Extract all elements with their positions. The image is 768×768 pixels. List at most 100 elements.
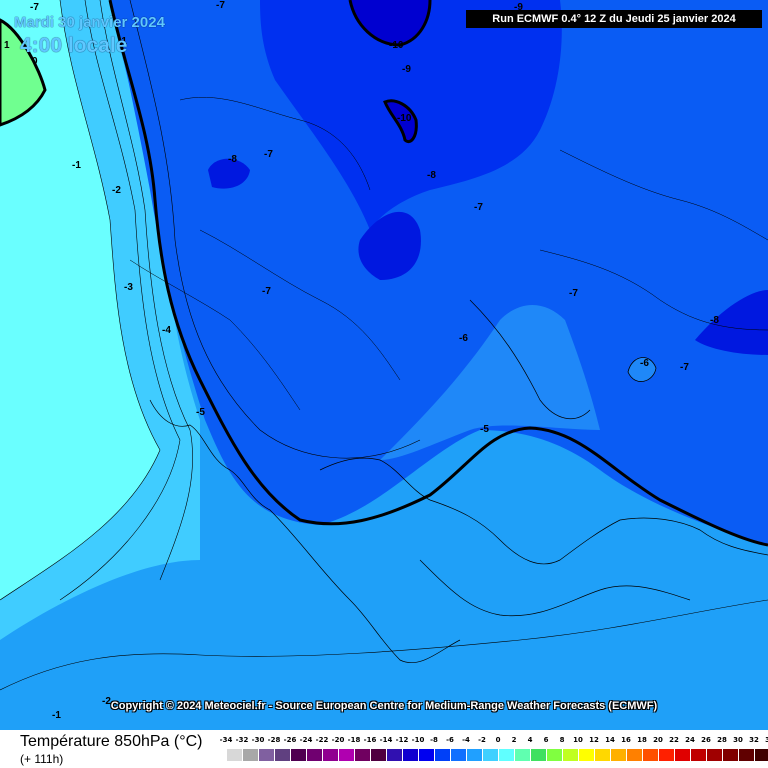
- scale-tick-label: -18: [347, 736, 361, 744]
- scale-swatch: [562, 749, 578, 761]
- contour-label: -8: [228, 154, 237, 165]
- contour-label: -8: [710, 315, 719, 326]
- scale-swatch: [258, 749, 274, 761]
- contour-label: 1: [4, 40, 10, 51]
- scale-swatch: [514, 749, 530, 761]
- scale-swatch: [738, 749, 754, 761]
- scale-swatch: [274, 749, 290, 761]
- contour-label: -10: [389, 40, 404, 51]
- model-run-info: Run ECMWF 0.4° 12 Z du Jeudi 25 janvier …: [466, 10, 762, 28]
- scale-swatch: [290, 749, 306, 761]
- scale-swatch: [722, 749, 738, 761]
- scale-swatch: [658, 749, 674, 761]
- scale-tick-label: 24: [685, 736, 695, 744]
- scale-swatch: [418, 749, 434, 761]
- scale-tick-label: 6: [543, 736, 549, 744]
- contour-label: -7: [569, 288, 578, 299]
- color-scale: [226, 749, 768, 761]
- scale-tick-label: -30: [251, 736, 265, 744]
- scale-tick-label: 18: [637, 736, 647, 744]
- scale-tick-label: -8: [430, 736, 438, 744]
- contour-label: -7: [216, 0, 225, 11]
- scale-swatch: [386, 749, 402, 761]
- contour-label: -9: [402, 64, 411, 75]
- contour-label: -3: [124, 282, 133, 293]
- scale-tick-label: -34: [219, 736, 233, 744]
- scale-tick-label: 26: [701, 736, 711, 744]
- contour-label: -6: [459, 333, 468, 344]
- scale-swatch: [690, 749, 706, 761]
- contour-label: -2: [112, 185, 121, 196]
- scale-tick-label: 0: [495, 736, 501, 744]
- scale-tick-label: -10: [411, 736, 425, 744]
- contour-label: -7: [262, 286, 271, 297]
- scale-swatch: [578, 749, 594, 761]
- contour-label: -5: [480, 424, 489, 435]
- contour-label: -7: [474, 202, 483, 213]
- scale-swatch: [594, 749, 610, 761]
- scale-tick-label: -4: [462, 736, 470, 744]
- scale-tick-label: -28: [267, 736, 281, 744]
- scale-swatch: [466, 749, 482, 761]
- legend-subtitle: (+ 111h): [20, 752, 64, 766]
- forecast-date: Mardi 30 janvier 2024: [14, 14, 165, 31]
- scale-tick-label: -16: [363, 736, 377, 744]
- scale-tick-label: 16: [621, 736, 631, 744]
- scale-tick-label: 10: [573, 736, 583, 744]
- contour-label: -7: [680, 362, 689, 373]
- scale-swatch: [434, 749, 450, 761]
- scale-swatch: [242, 749, 258, 761]
- scale-swatch: [530, 749, 546, 761]
- scale-tick-label: -24: [299, 736, 313, 744]
- legend-footer: Température 850hPa (°C) (+ 111h) -34 -32-…: [0, 730, 768, 768]
- contour-label: -1: [72, 160, 81, 171]
- scale-swatch: [402, 749, 418, 761]
- scale-tick-label: -20: [331, 736, 345, 744]
- temperature-map: -7 -9 -10 -9 -10 -8 -7 -8 -7 -7 -7 -6 -7…: [0, 0, 768, 730]
- forecast-time: 4:00 locale: [20, 34, 128, 57]
- scale-swatch: [370, 749, 386, 761]
- contour-label: -10: [397, 113, 412, 124]
- scale-swatch: [354, 749, 370, 761]
- contour-label: -8: [427, 170, 436, 181]
- scale-swatch: [674, 749, 690, 761]
- scale-tick-label: 22: [669, 736, 679, 744]
- scale-swatch: [498, 749, 514, 761]
- scale-tick-label: 8: [559, 736, 565, 744]
- scale-tick-label: 30: [733, 736, 743, 744]
- contour-label: -6: [640, 358, 649, 369]
- scale-tick-label: -12: [395, 736, 409, 744]
- legend-title: Température 850hPa (°C): [20, 733, 203, 750]
- scale-tick-label: 12: [589, 736, 599, 744]
- contour-label: -4: [162, 325, 171, 336]
- contour-label: -7: [264, 149, 273, 160]
- color-scale-ticks: -34 -32 -30 -28 -26 -24 -22 -20 -18 -16 -14 -12 -10-…: [218, 736, 768, 744]
- scale-swatch: [706, 749, 722, 761]
- contour-label: -5: [196, 407, 205, 418]
- scale-swatch: [450, 749, 466, 761]
- scale-tick-label: 14: [605, 736, 615, 744]
- scale-swatch: [754, 749, 768, 761]
- scale-swatch: [610, 749, 626, 761]
- copyright-notice: Copyright © 2024 Meteociel.fr - Source E…: [110, 700, 658, 712]
- contour-label: -7: [30, 2, 39, 13]
- scale-tick-label: -2: [478, 736, 486, 744]
- scale-swatch: [306, 749, 322, 761]
- scale-tick-label: -14: [379, 736, 393, 744]
- scale-tick-label: 28: [717, 736, 727, 744]
- scale-swatch: [546, 749, 562, 761]
- scale-swatch: [642, 749, 658, 761]
- scale-tick-label: 2: [511, 736, 517, 744]
- scale-tick-label: 4: [527, 736, 533, 744]
- scale-tick-label: -26: [283, 736, 297, 744]
- scale-swatch: [226, 749, 242, 761]
- scale-swatch: [626, 749, 642, 761]
- scale-tick-label: -6: [446, 736, 454, 744]
- scale-swatch: [482, 749, 498, 761]
- scale-tick-label: -22: [315, 736, 329, 744]
- scale-tick-label: 20: [653, 736, 663, 744]
- scale-swatch: [322, 749, 338, 761]
- map-svg: -7 -9 -10 -9 -10 -8 -7 -8 -7 -7 -7 -6 -7…: [0, 0, 768, 730]
- scale-swatch: [338, 749, 354, 761]
- scale-tick-label: -32: [235, 736, 249, 744]
